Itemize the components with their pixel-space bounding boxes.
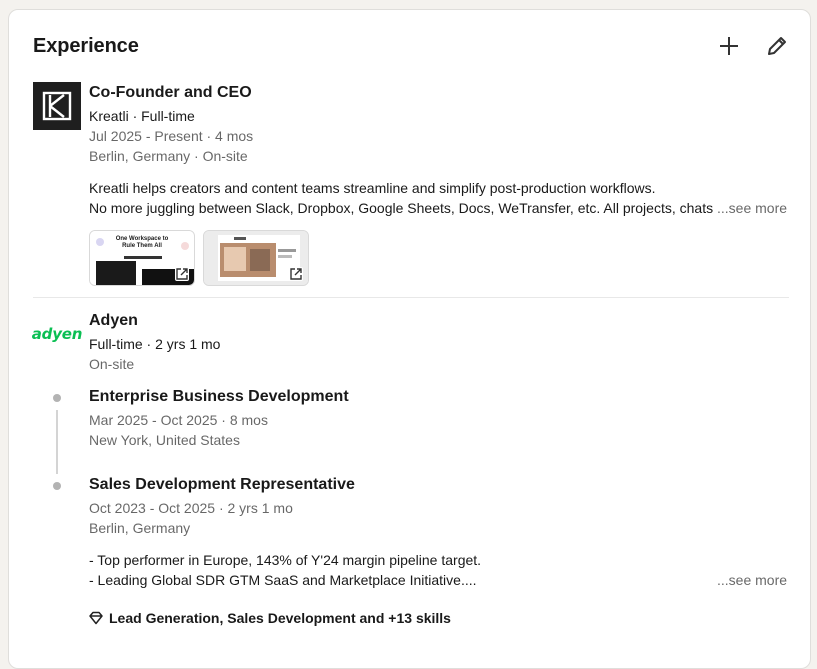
see-more-link[interactable]: ...see more (713, 200, 788, 216)
timeline-line (56, 410, 58, 474)
adyen-logo[interactable]: adyen (32, 318, 83, 350)
role-dates: Mar 2025 - Oct 2025 · 8 mos (89, 412, 268, 428)
employment-type: Full-time · 2 yrs 1 mo (89, 336, 221, 352)
role-dates: Jul 2025 - Present · 4 mos (89, 128, 254, 144)
description-line: Kreatli helps creators and content teams… (89, 180, 656, 196)
company-line: Kreatli · Full-time (89, 108, 195, 124)
plus-icon (720, 37, 738, 55)
description-line-truncated: No more juggling between Slack, Dropbox,… (89, 200, 715, 216)
section-title: Experience (33, 35, 139, 57)
kreatli-logo-icon (42, 91, 72, 121)
entry-divider (33, 297, 789, 298)
workplace-type: On-site (89, 356, 135, 372)
experience-card: Experience Co-Founder and CEO Kreatli · … (8, 9, 811, 669)
pencil-icon (768, 37, 786, 55)
edit-experience-button[interactable] (763, 32, 791, 60)
role-title[interactable]: Enterprise Business Development (89, 388, 349, 406)
description-line: - Top performer in Europe, 143% of Y'24 … (89, 552, 482, 568)
role-title[interactable]: Sales Development Representative (89, 476, 355, 494)
skills-row[interactable]: Lead Generation, Sales Development and +… (89, 610, 451, 626)
role-dates: Oct 2023 - Oct 2025 · 2 yrs 1 mo (89, 500, 293, 516)
description-line: - Leading Global SDR GTM SaaS and Market… (89, 572, 477, 588)
role-location: New York, United States (89, 432, 240, 448)
media-thumbnail[interactable]: One Workspace to Rule Them All (89, 230, 195, 286)
role-location: Berlin, Germany · On-site (89, 148, 248, 164)
kreatli-logo[interactable] (33, 82, 81, 130)
diamond-icon (89, 611, 103, 625)
role-title[interactable]: Co-Founder and CEO (89, 84, 252, 102)
timeline-dot (53, 394, 61, 402)
skills-text: Lead Generation, Sales Development and +… (109, 610, 451, 626)
role-location: Berlin, Germany (89, 520, 191, 536)
external-link-icon (289, 267, 303, 281)
company-name[interactable]: Adyen (89, 312, 138, 330)
thumbnail-heading: One Workspace to Rule Them All (115, 236, 169, 249)
media-thumbnail[interactable] (203, 230, 309, 286)
external-link-icon (175, 267, 189, 281)
timeline-dot (53, 482, 61, 490)
see-more-link[interactable]: ...see more (713, 572, 788, 588)
add-experience-button[interactable] (715, 32, 743, 60)
